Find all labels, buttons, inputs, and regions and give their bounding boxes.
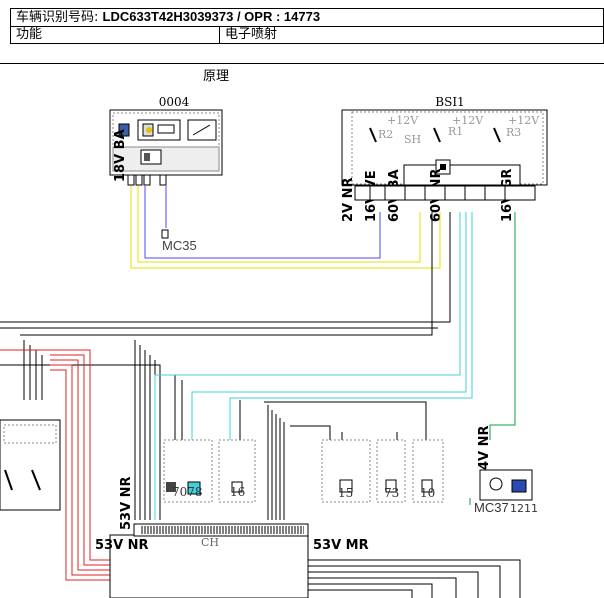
box-2-number: 16 — [230, 485, 245, 499]
c0004-connector-label: 18V BA — [113, 129, 128, 182]
ch-connector-left-vertical: 53V NR — [119, 476, 134, 530]
box-5-number: 10 — [420, 486, 435, 500]
box-1-number: 7078 — [172, 485, 203, 499]
wires-bottom-right — [308, 559, 521, 598]
c0004-pins — [127, 174, 167, 186]
mc35-ground-symbol — [161, 229, 169, 239]
relay-12v-c: +12V — [508, 114, 540, 127]
mc37-sub-label: 1211 — [510, 502, 538, 515]
component-bsi1-label: BSI1 — [435, 95, 464, 109]
relay-12v-b: +12V — [452, 114, 484, 127]
component-ch-label: CH — [201, 536, 219, 549]
box-4-number: 73 — [384, 486, 399, 500]
left-partial-component — [0, 419, 61, 511]
box-3-number: 15 — [338, 486, 353, 500]
mc37-label: MC37 — [474, 500, 509, 515]
mc37-connector-label: 4V NR — [477, 425, 492, 470]
wiring-diagram: 原理 0004 18V BA MC35 BSI1 R2 SH R1 R3 +12… — [0, 69, 548, 598]
relay-r3-label: R3 — [506, 126, 521, 139]
mc35-label: MC35 — [162, 238, 197, 253]
bsi-conn-2v-nr: 2V NR — [341, 177, 356, 222]
relay-12v-a: +12V — [387, 114, 419, 127]
section-title: 原理 — [203, 69, 229, 84]
ch-connector-left-label: 53V NR — [95, 538, 149, 553]
dashed-boxes — [163, 439, 444, 503]
relay-r2-label: R2 — [378, 128, 393, 141]
ch-connector-right-label: 53V MR — [313, 538, 369, 553]
relay-sh-label: SH — [404, 133, 421, 146]
component-mc37 — [479, 469, 533, 501]
component-0004-label: 0004 — [159, 95, 190, 109]
bsi1-pin-row — [354, 185, 536, 201]
